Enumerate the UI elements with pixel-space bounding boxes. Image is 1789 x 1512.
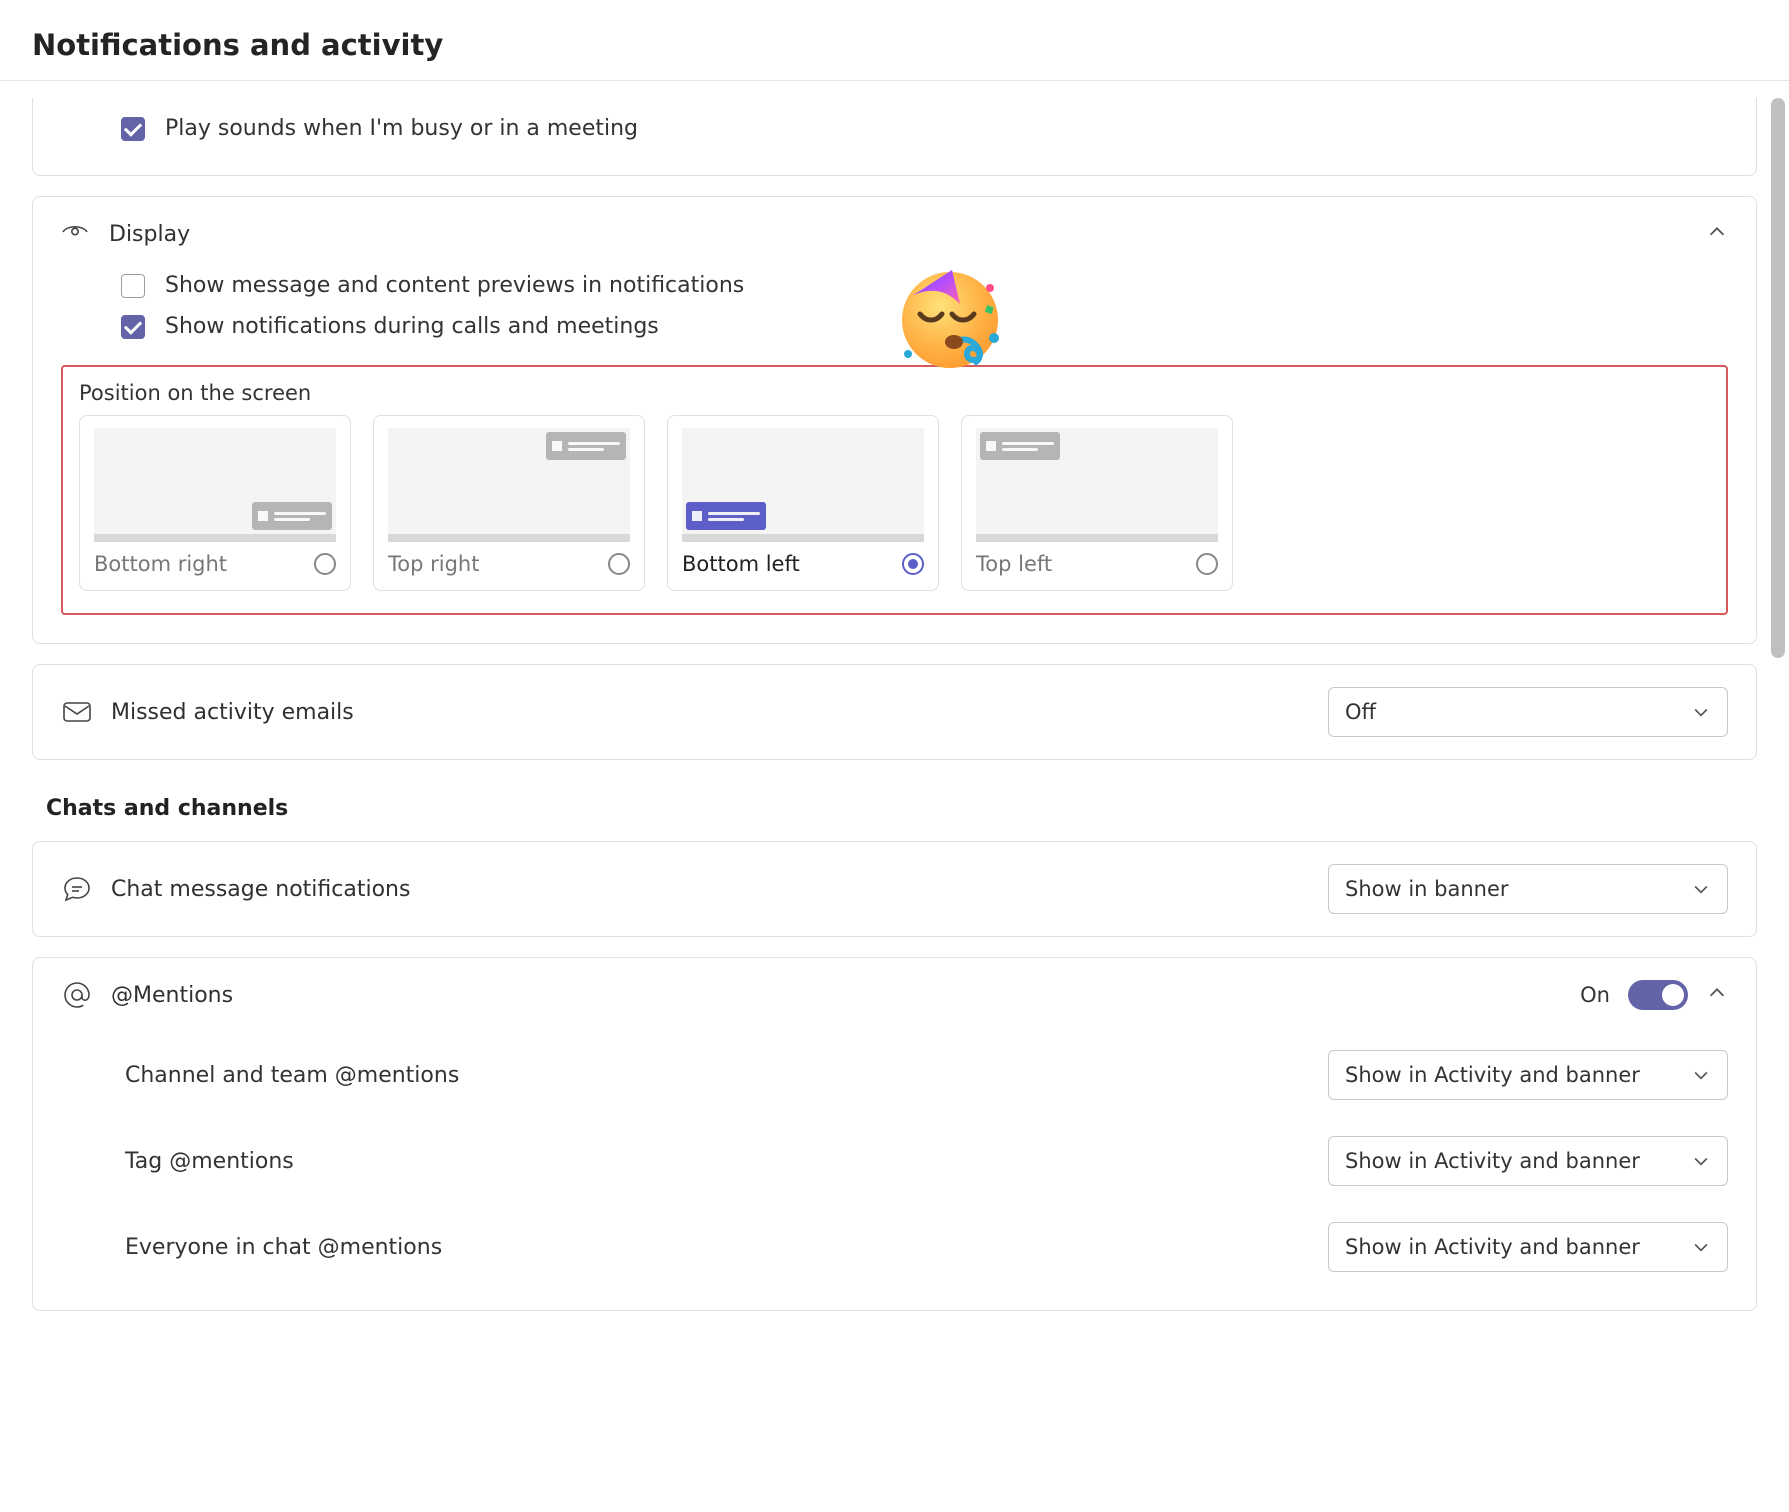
mentions-toggle[interactable] xyxy=(1628,980,1688,1010)
mention-row-channel-team: Channel and team @mentions Show in Activ… xyxy=(33,1032,1756,1118)
position-label: Top right xyxy=(388,552,479,576)
radio-top-right[interactable] xyxy=(608,553,630,575)
position-option-top-right[interactable]: Top right xyxy=(373,415,645,591)
mentions-card: @Mentions On Channel and team @mentions … xyxy=(32,957,1757,1311)
position-title: Position on the screen xyxy=(79,381,1710,405)
chat-notifications-label: Chat message notifications xyxy=(111,877,1310,902)
titlebar: Notifications and activity xyxy=(0,0,1789,81)
settings-page: Notifications and activity Play sounds w… xyxy=(0,0,1789,1512)
radio-bottom-left[interactable] xyxy=(902,553,924,575)
sound-busy-row: Play sounds when I'm busy or in a meetin… xyxy=(61,108,1728,149)
mention-row-tag: Tag @mentions Show in Activity and banne… xyxy=(33,1118,1756,1204)
missed-emails-label: Missed activity emails xyxy=(111,700,1310,725)
missed-emails-card: Missed activity emails Off xyxy=(32,664,1757,760)
position-option-bottom-left[interactable]: Bottom left xyxy=(667,415,939,591)
sound-busy-label: Play sounds when I'm busy or in a meetin… xyxy=(165,116,638,141)
checkbox-show-previews[interactable] xyxy=(121,274,145,298)
calls-option-row: Show notifications during calls and meet… xyxy=(61,306,1728,347)
display-card: Display Show message and content preview… xyxy=(32,196,1757,644)
display-title: Display xyxy=(109,222,190,247)
chevron-down-icon xyxy=(1691,879,1711,899)
position-group-highlight: Position on the screen Bottom right xyxy=(61,365,1728,615)
position-option-bottom-right[interactable]: Bottom right xyxy=(79,415,351,591)
chats-channels-heading: Chats and channels xyxy=(46,796,1789,821)
checkbox-play-sounds-busy[interactable] xyxy=(121,117,145,141)
chevron-up-icon[interactable] xyxy=(1706,221,1728,247)
envelope-icon xyxy=(61,700,93,724)
preview-option-label: Show message and content previews in not… xyxy=(165,273,744,298)
at-icon xyxy=(61,980,93,1010)
sound-card-tail: Play sounds when I'm busy or in a meetin… xyxy=(32,98,1757,176)
position-label: Bottom right xyxy=(94,552,227,576)
chevron-down-icon xyxy=(1691,1237,1711,1257)
missed-emails-dropdown[interactable]: Off xyxy=(1328,687,1728,737)
mentions-header[interactable]: @Mentions On xyxy=(33,958,1756,1032)
scroll-region[interactable]: Play sounds when I'm busy or in a meetin… xyxy=(0,98,1789,1512)
dropdown-everyone-mentions[interactable]: Show in Activity and banner xyxy=(1328,1222,1728,1272)
chevron-down-icon xyxy=(1691,1065,1711,1085)
preview-option-row: Show message and content previews in not… xyxy=(61,265,1728,306)
page-title: Notifications and activity xyxy=(32,28,1789,62)
display-icon xyxy=(61,222,91,246)
chevron-up-icon[interactable] xyxy=(1706,982,1728,1008)
position-options: Bottom right Top right xyxy=(79,415,1710,591)
chevron-down-icon xyxy=(1691,702,1711,722)
position-label: Bottom left xyxy=(682,552,800,576)
mention-row-everyone: Everyone in chat @mentions Show in Activ… xyxy=(33,1204,1756,1302)
radio-bottom-right[interactable] xyxy=(314,553,336,575)
chat-notifications-dropdown[interactable]: Show in banner xyxy=(1328,864,1728,914)
dropdown-channel-team-mentions[interactable]: Show in Activity and banner xyxy=(1328,1050,1728,1100)
dropdown-tag-mentions[interactable]: Show in Activity and banner xyxy=(1328,1136,1728,1186)
chat-notifications-card: Chat message notifications Show in banne… xyxy=(32,841,1757,937)
chevron-down-icon xyxy=(1691,1151,1711,1171)
chat-icon xyxy=(61,875,93,903)
scrollbar-thumb[interactable] xyxy=(1771,98,1785,658)
position-label: Top left xyxy=(976,552,1052,576)
display-header[interactable]: Display xyxy=(61,221,1728,247)
mentions-title: @Mentions xyxy=(111,983,1562,1008)
checkbox-show-during-calls[interactable] xyxy=(121,315,145,339)
mentions-toggle-label: On xyxy=(1580,983,1610,1007)
radio-top-left[interactable] xyxy=(1196,553,1218,575)
calls-option-label: Show notifications during calls and meet… xyxy=(165,314,659,339)
position-option-top-left[interactable]: Top left xyxy=(961,415,1233,591)
